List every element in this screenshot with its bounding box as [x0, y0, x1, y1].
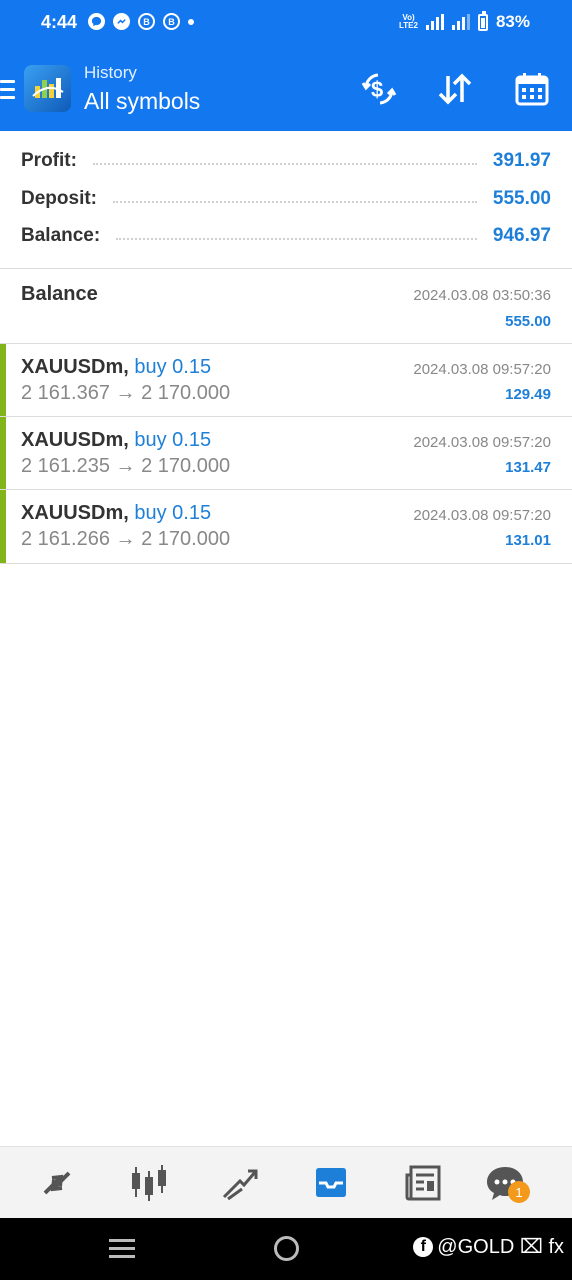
- chat-bubble-icon: [88, 13, 105, 30]
- recent-apps-button[interactable]: [109, 1239, 135, 1263]
- volte-icon: Vo) LTE2: [399, 13, 418, 30]
- chat-icon[interactable]: 1: [484, 1161, 530, 1205]
- battery-icon: [477, 10, 488, 31]
- app-bar: History All symbols $: [0, 50, 572, 130]
- status-right: Vo) LTE2 83%: [399, 10, 530, 32]
- buy-indicator: [0, 344, 6, 416]
- deposit-value: 555.00: [492, 188, 551, 209]
- news-icon[interactable]: [401, 1161, 445, 1205]
- trade-symbol-line: XAUUSDm, buy 0.15: [21, 502, 211, 525]
- notification-icons: B B: [88, 13, 194, 30]
- battery-percent: 83%: [495, 12, 530, 31]
- watermark-text: @GOLD ⌧ fx: [437, 1236, 564, 1258]
- calendar-icon[interactable]: [511, 68, 553, 110]
- trade-row[interactable]: XAUUSDm, buy 0.15 2 161.367 → 2 170.000 …: [0, 344, 572, 417]
- entry-amount: 555.00: [505, 313, 551, 330]
- entry-date: 2024.03.08 03:50:36: [413, 287, 551, 304]
- top-bar: 4:44 B B Vo) LTE2 83% History All symbol…: [0, 0, 572, 131]
- profit-label: Profit:: [21, 150, 77, 171]
- buy-indicator: [0, 417, 6, 489]
- balance-label: Balance:: [21, 225, 101, 246]
- deposit-label: Deposit:: [21, 188, 97, 209]
- trade-prices: 2 161.266 → 2 170.000: [21, 528, 231, 550]
- trade-symbol-line: XAUUSDm, buy 0.15: [21, 356, 211, 379]
- balance-entry[interactable]: Balance 2024.03.08 03:50:36 555.00: [0, 270, 572, 344]
- trade-row[interactable]: XAUUSDm, buy 0.15 2 161.266 → 2 170.000 …: [0, 490, 572, 564]
- trade-profit: 131.01: [505, 532, 551, 549]
- sort-icon[interactable]: [434, 68, 476, 110]
- header-subtitle: History: [84, 63, 137, 82]
- menu-icon[interactable]: [0, 80, 15, 100]
- profit-row: Profit: 391.97: [21, 146, 551, 176]
- trade-action: buy 0.15: [134, 502, 212, 524]
- trade-profit: 131.47: [505, 459, 551, 476]
- trade-prices: 2 161.367 → 2 170.000: [21, 382, 231, 404]
- home-button[interactable]: [274, 1236, 299, 1261]
- chat-badge: 1: [508, 1181, 530, 1203]
- trade-date: 2024.03.08 09:57:20: [413, 507, 551, 524]
- header-title: All symbols: [84, 88, 201, 114]
- quotes-icon[interactable]: [35, 1161, 79, 1205]
- signal-icon: [425, 14, 444, 30]
- trade-profit: 129.49: [505, 386, 551, 403]
- app-logo: [24, 65, 71, 112]
- bottom-nav: 1: [0, 1146, 572, 1218]
- chart-icon[interactable]: [127, 1161, 171, 1205]
- metatrader-logo-icon: [31, 77, 64, 98]
- summary-panel: Profit: 391.97 Deposit: 555.00 Balance: …: [0, 131, 572, 269]
- trade-date: 2024.03.08 09:57:20: [413, 361, 551, 378]
- history-icon[interactable]: [309, 1161, 353, 1205]
- status-time: 4:44: [41, 12, 78, 32]
- deposit-row: Deposit: 555.00: [21, 184, 551, 214]
- trade-date: 2024.03.08 09:57:20: [413, 434, 551, 451]
- dotted-leader: [92, 163, 477, 165]
- signal-icon: [451, 14, 470, 30]
- trade-prices: 2 161.235 → 2 170.000: [21, 455, 231, 477]
- trade-symbol: XAUUSDm,: [21, 356, 129, 378]
- trade-symbol-line: XAUUSDm, buy 0.15: [21, 429, 211, 452]
- bitcoin-icon: B: [163, 13, 180, 30]
- trade-action: buy 0.15: [134, 356, 212, 378]
- dotted-leader: [116, 238, 477, 240]
- entry-title: Balance: [21, 283, 98, 305]
- watermark: f @GOLD ⌧ fx: [413, 1234, 564, 1259]
- buy-indicator: [0, 490, 6, 563]
- profit-value: 391.97: [492, 150, 551, 171]
- facebook-icon: f: [413, 1236, 434, 1257]
- trade-row[interactable]: XAUUSDm, buy 0.15 2 161.235 → 2 170.000 …: [0, 417, 572, 490]
- status-bar: 4:44 B B Vo) LTE2 83%: [0, 0, 572, 48]
- trade-icon[interactable]: [218, 1161, 262, 1205]
- dotted-leader: [113, 201, 477, 203]
- balance-row: Balance: 946.97: [21, 221, 551, 251]
- trade-action: buy 0.15: [134, 429, 212, 451]
- svg-text:$: $: [371, 77, 383, 102]
- system-nav-bar: f @GOLD ⌧ fx: [0, 1218, 572, 1280]
- currency-exchange-icon[interactable]: $: [358, 68, 400, 110]
- messenger-icon: [113, 13, 130, 30]
- trade-symbol: XAUUSDm,: [21, 502, 129, 524]
- trade-symbol: XAUUSDm,: [21, 429, 129, 451]
- dot-icon: [188, 18, 194, 25]
- bitcoin-icon: B: [138, 13, 155, 30]
- balance-value: 946.97: [492, 225, 551, 246]
